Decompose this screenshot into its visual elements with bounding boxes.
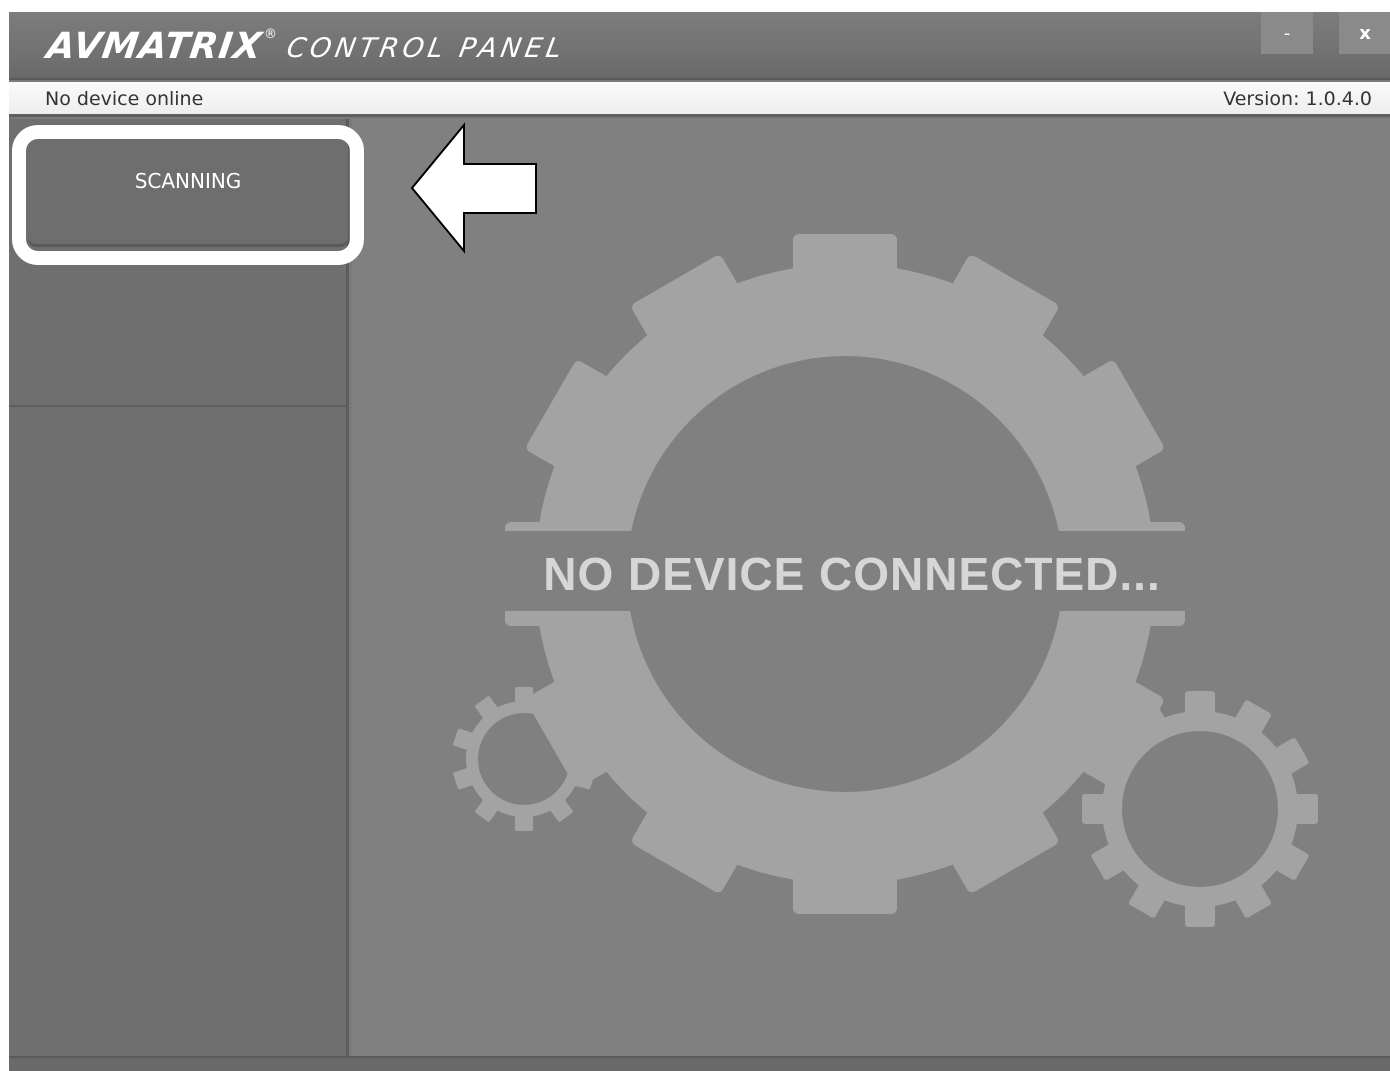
title-bar[interactable]: AVMATRIX ® CONTROL PANEL - x bbox=[9, 12, 1390, 80]
version-text: Version: 1.0.4.0 bbox=[1223, 88, 1372, 110]
logo-brand: AVMATRIX bbox=[44, 26, 265, 67]
no-device-message: NO DEVICE CONNECTED... bbox=[543, 548, 1161, 600]
bottom-bar bbox=[9, 1056, 1390, 1071]
status-bar: No device online Version: 1.0.4.0 bbox=[9, 82, 1390, 117]
device-status-text: No device online bbox=[45, 88, 204, 110]
highlight-frame bbox=[12, 125, 364, 265]
minimize-button[interactable]: - bbox=[1261, 12, 1313, 54]
app-window: AVMATRIX ® CONTROL PANEL - x No device o… bbox=[9, 12, 1390, 1071]
main-panel: NO DEVICE CONNECTED... bbox=[352, 119, 1390, 1056]
left-arrow-icon bbox=[410, 122, 537, 254]
app-logo: AVMATRIX ® CONTROL PANEL bbox=[44, 26, 568, 68]
sidebar-divider bbox=[9, 405, 349, 407]
registered-mark: ® bbox=[263, 27, 277, 42]
close-button[interactable]: x bbox=[1339, 12, 1390, 54]
logo-subtitle: CONTROL PANEL bbox=[284, 33, 568, 64]
